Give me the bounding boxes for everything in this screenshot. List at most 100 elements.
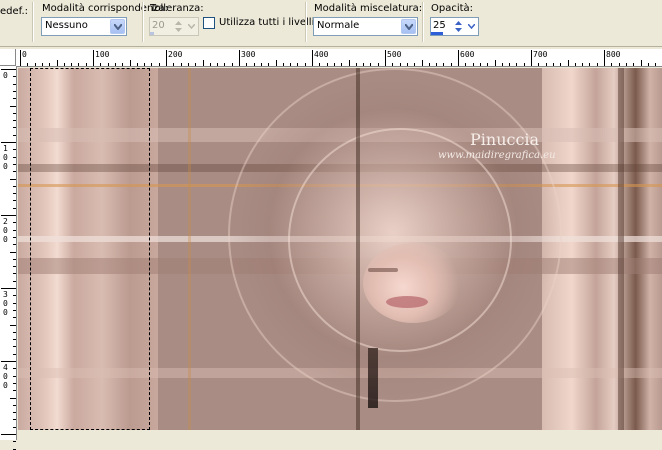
blurred-lips [386,296,428,308]
watermark-url: www.maidiregrafica.eu [438,150,556,161]
ruler-tick [348,60,350,66]
ruler-tick [290,63,292,66]
ruler-tick [34,63,36,66]
toolbar-separator [422,2,424,42]
ruler-tick [647,63,649,66]
ruler-tick [13,127,16,129]
spin-up-icon[interactable] [452,19,465,27]
ruler-tick [71,63,73,66]
ruler-tick [633,63,635,66]
ruler-tick [333,63,335,66]
ruler-tick [56,60,58,66]
tolerance-dropdown[interactable] [185,19,198,34]
ruler-label: 0 [3,71,8,80]
ruler-tick [173,63,175,66]
ruler-label: 100 [95,50,110,59]
ruler-corner [0,49,16,66]
ruler-tick [472,63,474,66]
ruler-label: 600 [460,50,475,59]
ruler-tick [13,448,16,450]
ruler-tick [13,375,16,377]
opacity-arrows[interactable] [452,19,465,34]
ruler-tick [1,361,16,362]
spin-down-icon[interactable] [172,27,185,35]
opacity-dropdown[interactable] [465,19,478,34]
match-mode-select[interactable]: Nessuno [41,17,127,36]
spin-down-icon[interactable] [452,27,465,35]
ruler-tick [552,63,554,66]
ruler-tick [13,382,16,384]
ruler-tick [13,426,16,428]
ruler-tick [100,63,102,66]
spin-up-icon[interactable] [172,19,185,27]
vertical-streak [356,68,360,430]
ruler-tick [1,69,16,70]
chevron-down-icon[interactable] [185,19,198,34]
tool-options-toolbar: edef.: Modalità corrispondenza: Nessuno … [0,0,662,47]
ruler-tick [501,63,503,66]
ruler-label: 500 [387,50,402,59]
vertical-streak [618,68,624,430]
ruler-tick [13,244,16,246]
ruler-tick [625,63,627,66]
ruler-tick [531,50,532,66]
ruler-tick [13,419,16,421]
image-canvas[interactable]: Pinuccia www.maidiregrafica.eu [18,68,662,430]
blend-mode-select[interactable]: Normale [313,17,418,36]
chevron-down-icon[interactable] [110,19,125,34]
ruler-tick [78,63,80,66]
ruler-tick [114,63,116,66]
ruler-tick [523,63,525,66]
blend-mode-label: Modalità miscelatura: [314,3,423,14]
ruler-tick [1,215,16,216]
ruler-tick [49,63,51,66]
ruler-tick [166,50,167,66]
ruler-tick [13,207,16,209]
watermark-title: Pinuccia [470,130,540,149]
ruler-tick [421,60,423,66]
ruler-tick [355,63,357,66]
ruler-tick [13,134,16,136]
tolerance-arrows[interactable] [172,19,185,34]
ruler-tick [231,63,233,66]
blend-mode-value: Normale [317,20,360,31]
ruler-tick [209,63,211,66]
tolerance-spinner[interactable]: 20 [149,17,199,36]
use-all-layers-checkbox[interactable] [203,17,215,29]
ruler-tick [13,404,16,406]
ruler-tick [406,63,408,66]
horizontal-ruler: 0 100 200 300 400 500 600 700 800 [16,49,662,67]
toolbar-separator [142,2,144,42]
vertical-ruler: 0 100 200 300 400 [0,66,17,450]
opacity-label: Opacità: [431,3,474,14]
ruler-tick [13,368,16,370]
ruler-tick [326,63,328,66]
ruler-tick [122,63,124,66]
chevron-down-icon[interactable] [465,19,478,34]
selection-marquee[interactable] [30,68,150,430]
opacity-spinner[interactable]: 25 [430,17,479,36]
ruler-tick [13,441,16,443]
ruler-tick [385,50,386,66]
ruler-tick [596,63,598,66]
ruler-label: 300 [3,290,8,317]
ruler-tick [1,288,16,289]
ruler-tick [370,63,372,66]
ruler-label: 200 [3,217,8,244]
ruler-tick [297,63,299,66]
ruler-tick [13,98,16,100]
ruler-tick [158,63,160,66]
ruler-tick [20,50,21,66]
chevron-down-icon[interactable] [401,19,416,34]
ruler-tick [465,63,467,66]
toolbar-separator [32,2,34,42]
ruler-tick [538,63,540,66]
tolerance-label: Tolleranza: [150,3,204,14]
ruler-tick [13,390,16,392]
ruler-tick [13,200,16,202]
ruler-label: 300 [241,50,256,59]
ruler-tick [363,63,365,66]
ruler-tick [443,63,445,66]
ruler-tick [13,76,16,78]
tolerance-value: 20 [152,20,165,31]
